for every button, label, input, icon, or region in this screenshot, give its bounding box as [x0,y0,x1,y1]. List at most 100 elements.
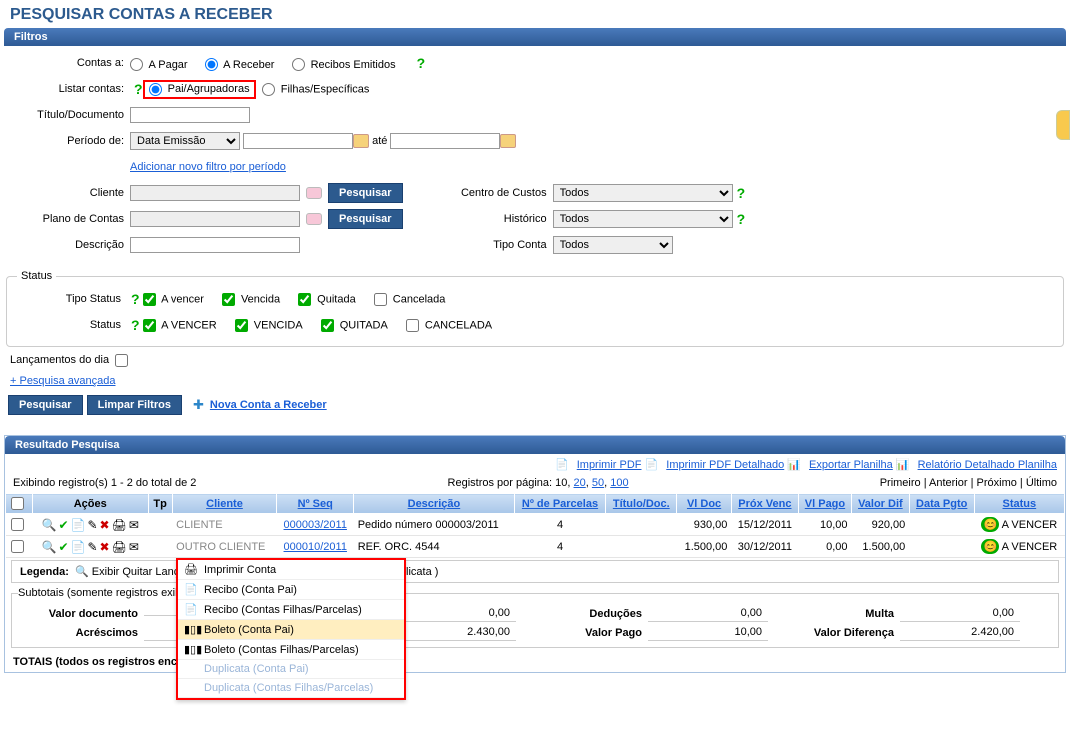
doc-icon: 📄 [184,603,198,616]
pp-10: 10 [555,477,567,489]
check-icon[interactable]: ✔ [58,518,68,532]
row-checkbox[interactable] [11,540,24,553]
menu-item[interactable]: 🖨Imprimir Conta [178,560,404,580]
pesquisar-button[interactable]: Pesquisar [8,395,83,415]
delete-icon[interactable]: ✖ [100,518,110,532]
print-icon[interactable]: 🖨 [112,518,127,532]
edit-icon[interactable]: ✎ [87,518,97,532]
pager-nav[interactable]: Primeiro | Anterior | Próximo | Último [880,477,1057,489]
menu-item-label: Duplicata (Conta Pai) [204,663,309,675]
col-check[interactable] [6,494,33,514]
relatorio-planilha-link[interactable]: Relatório Detalhado Planilha [918,459,1057,471]
mail-icon[interactable]: ✉ [129,540,139,554]
delete-icon[interactable]: ✖ [100,540,110,554]
col-vldoc[interactable]: Vl Doc [677,494,732,514]
radio-a-pagar[interactable]: A Pagar [130,59,188,71]
help-icon[interactable]: ? [131,291,140,307]
cell-seq[interactable]: 000003/2011 [277,514,354,536]
lbl-multa: Multa [774,608,894,620]
col-status[interactable]: Status [974,494,1064,514]
centro-custos-select[interactable]: Todos [553,184,733,202]
label-descricao: Descrição [10,239,130,251]
filtros-header: Filtros [4,28,1066,46]
eraser-icon[interactable] [306,187,322,199]
limpar-filtros-button[interactable]: Limpar Filtros [87,395,182,415]
col-datapgto[interactable]: Data Pgto [909,494,974,514]
calendar-icon[interactable] [353,134,369,148]
periodo-from-input[interactable] [243,133,353,149]
col-seq[interactable]: Nº Seq [277,494,354,514]
check-icon[interactable]: ✔ [58,540,68,554]
menu-item[interactable]: ▮▯▮Boleto (Conta Pai) [178,620,404,640]
pp-100[interactable]: 100 [610,477,628,489]
cell-venc: 15/12/2011 [731,514,798,536]
imprimir-pdf-link[interactable]: Imprimir PDF [577,459,642,471]
cb-quitada[interactable]: Quitada [298,293,356,306]
val-valor-dif: 2.420,00 [900,624,1020,641]
cb-status-cancelada[interactable]: CANCELADA [406,319,492,332]
cell-descricao: REF. ORC. 4544 [354,536,514,558]
historico-select[interactable]: Todos [553,210,733,228]
col-vlpago[interactable]: Vl Pago [798,494,851,514]
radio-a-receber[interactable]: A Receber [205,59,275,71]
row-checkbox[interactable] [11,518,24,531]
cell-venc: 30/12/2011 [731,536,798,558]
col-venc[interactable]: Próx Venc [731,494,798,514]
copy-icon[interactable]: 📄 [71,518,86,532]
help-icon[interactable]: ? [417,55,426,71]
help-icon[interactable]: ? [737,211,746,227]
label-periodo: Período de: [10,135,130,147]
periodo-select[interactable]: Data Emissão [130,132,240,150]
print-icon[interactable]: 🖨 [112,540,127,554]
copy-icon[interactable]: 📄 [71,540,86,554]
label-tipo-conta: Tipo Conta [443,239,553,251]
eraser-icon[interactable] [306,213,322,225]
side-tab[interactable] [1056,110,1070,140]
add-periodo-link[interactable]: Adicionar novo filtro por período [130,161,286,173]
col-titulo[interactable]: Título/Doc. [606,494,677,514]
cb-vencida[interactable]: Vencida [222,293,280,306]
pesquisar-plano-button[interactable]: Pesquisar [328,209,403,229]
menu-item[interactable]: ▮▯▮Boleto (Contas Filhas/Parcelas) [178,640,404,660]
pesquisar-cliente-button[interactable]: Pesquisar [328,183,403,203]
pesquisa-avancada-link[interactable]: + Pesquisa avançada [10,375,116,387]
titulo-doc-input[interactable] [130,107,250,123]
help-icon[interactable]: ? [131,317,140,333]
menu-item[interactable]: 📄Recibo (Conta Pai) [178,580,404,600]
radio-recibos[interactable]: Recibos Emitidos [292,59,396,71]
radio-pai[interactable]: Pai/Agrupadoras [149,83,250,95]
help-icon[interactable]: ? [737,185,746,201]
tipo-conta-select[interactable]: Todos [553,236,673,254]
cb-status-quitada[interactable]: QUITADA [321,319,388,332]
col-descricao[interactable]: Descrição [354,494,514,514]
cb-cancelada[interactable]: Cancelada [374,293,446,306]
cb-a-vencer[interactable]: A vencer [143,293,204,306]
cell-titulo [606,514,677,536]
menu-item[interactable]: 📄Recibo (Contas Filhas/Parcelas) [178,600,404,620]
col-parcelas[interactable]: Nº de Parcelas [514,494,606,514]
lancamentos-dia-checkbox[interactable] [115,354,128,367]
help-icon[interactable]: ? [134,81,143,97]
pp-20[interactable]: 20 [574,477,586,489]
cell-seq[interactable]: 000010/2011 [277,536,354,558]
nova-conta-link[interactable]: Nova Conta a Receber [210,399,327,411]
pp-50[interactable]: 50 [592,477,604,489]
radio-filhas[interactable]: Filhas/Específicas [262,83,370,96]
exportar-planilha-link[interactable]: Exportar Planilha [809,459,893,471]
view-icon[interactable]: 🔍 [42,518,57,532]
calendar-icon[interactable] [500,134,516,148]
cb-status-avencer[interactable]: A VENCER [143,319,217,332]
mail-icon[interactable]: ✉ [129,518,139,532]
label-status: Status [17,319,127,331]
imprimir-pdf-det-link[interactable]: Imprimir PDF Detalhado [666,459,784,471]
periodo-to-input[interactable] [390,133,500,149]
cb-label: Quitada [317,293,356,305]
view-icon[interactable]: 🔍 [42,540,57,554]
menu-item-label: Imprimir Conta [204,564,276,576]
col-vldif[interactable]: Valor Dif [852,494,910,514]
col-cliente[interactable]: Cliente [172,494,277,514]
descricao-input[interactable] [130,237,300,253]
menu-item-label: Boleto (Contas Filhas/Parcelas) [204,644,359,656]
cb-status-vencida[interactable]: VENCIDA [235,319,303,332]
edit-icon[interactable]: ✎ [87,540,97,554]
